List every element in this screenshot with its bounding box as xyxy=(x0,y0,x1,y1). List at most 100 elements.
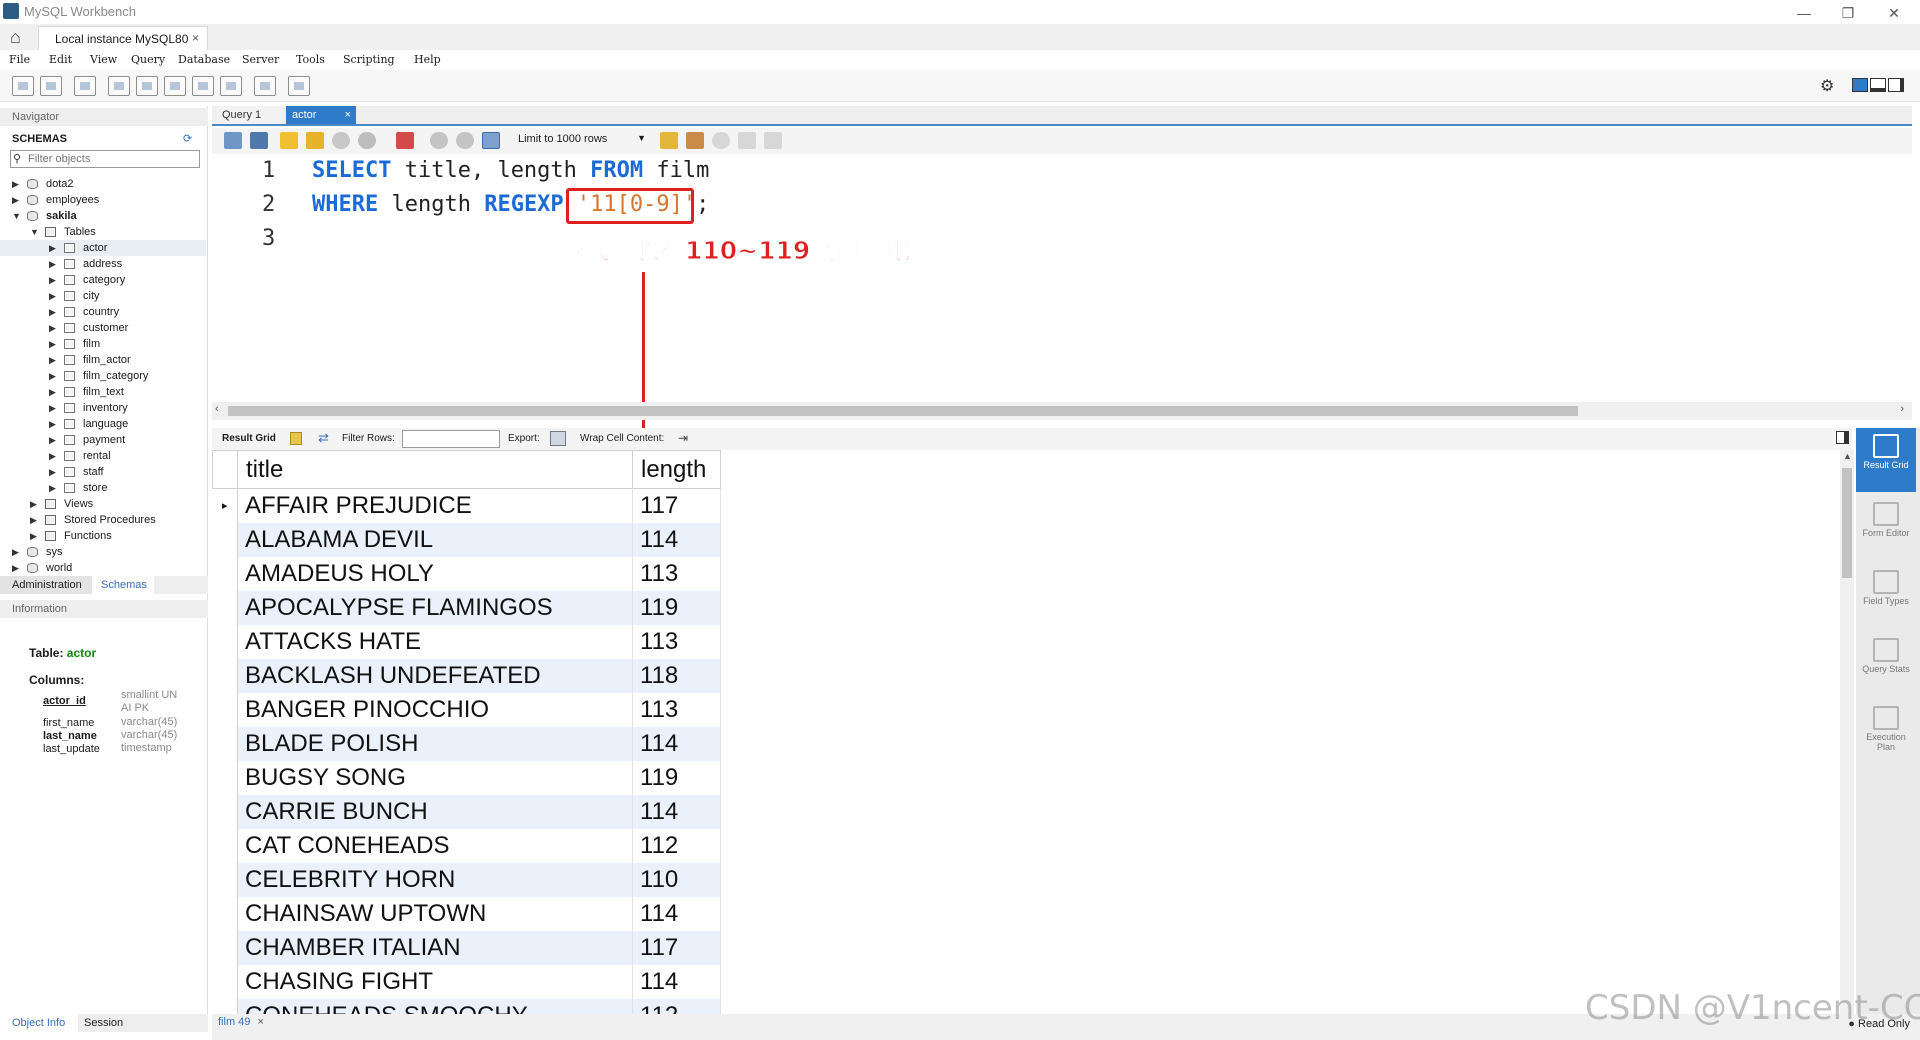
table-row[interactable]: CELEBRITY HORN 110 xyxy=(212,862,721,897)
table-row[interactable]: CHAMBER ITALIAN 117 xyxy=(212,930,721,965)
tab-session[interactable]: Session xyxy=(84,1014,123,1032)
table-item-rental[interactable]: ▶ rental xyxy=(0,448,206,464)
collapse-arrow-icon[interactable]: ▼ xyxy=(12,208,22,224)
find-icon[interactable] xyxy=(712,132,730,149)
table-row[interactable]: BLADE POLISH 114 xyxy=(212,726,721,761)
row-marker[interactable] xyxy=(212,522,238,557)
rollback-icon[interactable] xyxy=(456,132,474,149)
expand-arrow-icon[interactable]: ▶ xyxy=(49,432,59,448)
cell-title[interactable]: AFFAIR PREJUDICE xyxy=(237,488,633,523)
row-marker[interactable] xyxy=(212,998,238,1014)
menu-tools[interactable]: Tools xyxy=(296,53,325,66)
query-stats-button[interactable]: Query Stats xyxy=(1856,632,1916,696)
result-grid-button[interactable]: Result Grid xyxy=(1856,428,1916,492)
menu-database[interactable]: Database xyxy=(178,53,230,66)
schema-employees[interactable]: ▶ employees xyxy=(0,192,206,208)
restore-button[interactable]: ❐ xyxy=(1828,2,1868,24)
cell-title[interactable]: BUGSY SONG xyxy=(237,760,633,795)
table-item-address[interactable]: ▶ address xyxy=(0,256,206,272)
tab-administration[interactable]: Administration xyxy=(0,576,92,594)
tab-query-1[interactable]: Query 1 xyxy=(216,106,282,124)
cell-length[interactable]: 119 xyxy=(632,760,721,795)
result-tab-film[interactable]: film 49 × xyxy=(218,1016,264,1028)
tab-actor[interactable]: actor × xyxy=(286,106,356,124)
tables-group[interactable]: ▼ Tables xyxy=(0,224,206,240)
row-marker[interactable] xyxy=(212,726,238,761)
table-item-film-text[interactable]: ▶ film_text xyxy=(0,384,206,400)
row-marker[interactable] xyxy=(212,556,238,591)
table-row[interactable]: ATTACKS HATE 113 xyxy=(212,624,721,659)
row-marker[interactable]: ▸ xyxy=(212,488,238,523)
table-row[interactable]: CONEHEADS SMOOCHY112 xyxy=(212,998,721,1014)
row-marker[interactable] xyxy=(212,862,238,897)
cell-title[interactable]: BLADE POLISH xyxy=(237,726,633,761)
expand-arrow-icon[interactable]: ▶ xyxy=(49,464,59,480)
table-row[interactable]: BANGER PINOCCHIO 113 xyxy=(212,692,721,727)
cell-length[interactable]: 118 xyxy=(632,658,721,693)
cell-length[interactable]: 114 xyxy=(632,896,721,931)
tab-schemas[interactable]: Schemas xyxy=(92,576,154,594)
reconnect-icon[interactable] xyxy=(288,76,310,96)
field-types-button[interactable]: Field Types xyxy=(1856,564,1916,628)
menu-edit[interactable]: Edit xyxy=(49,53,72,66)
row-marker[interactable] xyxy=(212,760,238,795)
cell-title[interactable]: CHAINSAW UPTOWN xyxy=(237,896,633,931)
explain-icon[interactable] xyxy=(332,132,350,149)
menu-file[interactable]: File xyxy=(9,53,30,66)
expand-arrow-icon[interactable]: ▶ xyxy=(49,288,59,304)
create-schema-icon[interactable] xyxy=(108,76,130,96)
table-item-language[interactable]: ▶ language xyxy=(0,416,206,432)
table-row[interactable]: BUGSY SONG 119 xyxy=(212,760,721,795)
expand-arrow-icon[interactable]: ▶ xyxy=(49,320,59,336)
create-function-icon[interactable] xyxy=(220,76,242,96)
table-item-film[interactable]: ▶ film xyxy=(0,336,206,352)
cell-title[interactable]: CONEHEADS SMOOCHY xyxy=(237,998,633,1014)
table-item-inventory[interactable]: ▶ inventory xyxy=(0,400,206,416)
grid-vertical-scrollbar[interactable]: ▲ xyxy=(1840,450,1854,1014)
schema-sakila[interactable]: ▼ sakila xyxy=(0,208,206,224)
toggle-panel-icon[interactable] xyxy=(1836,431,1849,444)
expand-arrow-icon[interactable]: ▶ xyxy=(12,560,22,576)
export-icon[interactable] xyxy=(550,431,566,446)
table-item-category[interactable]: ▶ category xyxy=(0,272,206,288)
execution-plan-button[interactable]: Execution Plan xyxy=(1856,700,1916,764)
column-header-title[interactable]: title xyxy=(237,450,633,489)
cell-title[interactable]: CHAMBER ITALIAN xyxy=(237,930,633,965)
tab-object-info[interactable]: Object Info xyxy=(0,1014,78,1032)
row-marker[interactable] xyxy=(212,896,238,931)
row-marker[interactable] xyxy=(212,828,238,863)
open-file-icon[interactable] xyxy=(224,132,242,149)
expand-arrow-icon[interactable]: ▶ xyxy=(30,528,40,544)
open-sql-script-icon[interactable] xyxy=(40,76,62,96)
table-row[interactable]: AMADEUS HOLY 113 xyxy=(212,556,721,591)
close-tab-icon[interactable]: × xyxy=(257,1016,263,1028)
new-sql-tab-icon[interactable] xyxy=(12,76,34,96)
schema-world[interactable]: ▶ world xyxy=(0,560,206,576)
views-group[interactable]: ▶ Views xyxy=(0,496,206,512)
toggle-secondary-sidebar-icon[interactable] xyxy=(1888,78,1904,92)
sql-editor[interactable]: 1 2 3 SELECT title, length FROM film WHE… xyxy=(212,154,1912,402)
commit-icon[interactable] xyxy=(430,132,448,149)
autocommit-icon[interactable] xyxy=(482,132,500,149)
expand-arrow-icon[interactable]: ▶ xyxy=(49,384,59,400)
functions-group[interactable]: ▶ Functions xyxy=(0,528,206,544)
cell-title[interactable]: CAT CONEHEADS xyxy=(237,828,633,863)
save-script-icon[interactable] xyxy=(250,132,268,149)
expand-arrow-icon[interactable]: ▶ xyxy=(49,336,59,352)
table-item-payment[interactable]: ▶ payment xyxy=(0,432,206,448)
table-item-store[interactable]: ▶ store xyxy=(0,480,206,496)
cell-length[interactable]: 114 xyxy=(632,964,721,999)
expand-arrow-icon[interactable]: ▶ xyxy=(49,304,59,320)
cell-title[interactable]: BANGER PINOCCHIO xyxy=(237,692,633,727)
table-row[interactable]: ALABAMA DEVIL 114 xyxy=(212,522,721,557)
row-marker[interactable] xyxy=(212,658,238,693)
filter-objects-box[interactable]: ⚲ xyxy=(10,150,200,168)
filter-objects-input[interactable] xyxy=(28,152,198,166)
cell-title[interactable]: ATTACKS HATE xyxy=(237,624,633,659)
wrap-toggle-icon[interactable]: ⇥ xyxy=(678,431,688,445)
toggle-sidebar-icon[interactable] xyxy=(1852,78,1868,92)
cell-length[interactable]: 117 xyxy=(632,930,721,965)
scroll-left-icon[interactable]: ‹ xyxy=(215,403,219,415)
cell-title[interactable]: CHASING FIGHT xyxy=(237,964,633,999)
cell-length[interactable]: 110 xyxy=(632,862,721,897)
